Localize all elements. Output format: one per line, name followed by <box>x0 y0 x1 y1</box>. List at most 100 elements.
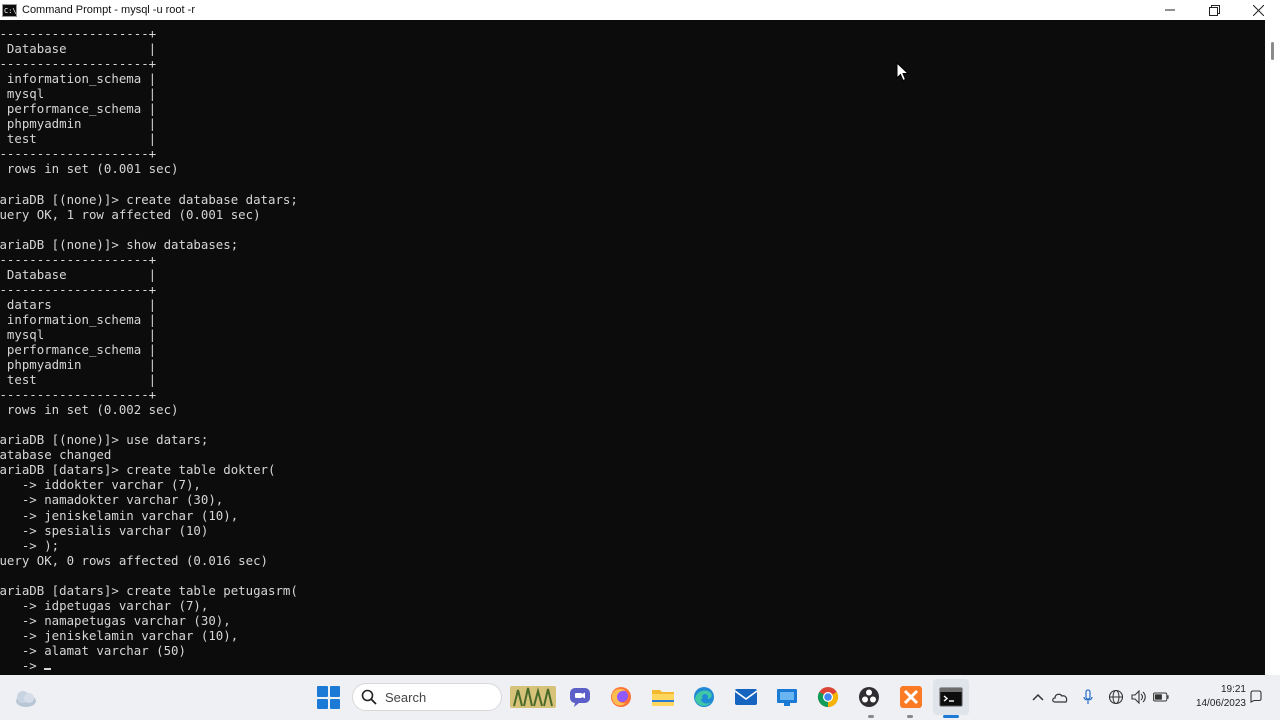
console-line: MariaDB [(none)]> create database datars… <box>0 191 298 207</box>
obs-app-button[interactable] <box>856 684 882 710</box>
window-title: Command Prompt - mysql -u root -r <box>22 4 195 16</box>
microphone-tray-button[interactable] <box>1080 689 1096 705</box>
start-button[interactable] <box>317 686 340 709</box>
close-button[interactable] <box>1236 0 1280 20</box>
restore-icon <box>1208 4 1220 16</box>
mouse-pointer-icon <box>896 62 910 82</box>
console-line: MariaDB [datars]> create table petugasrm… <box>0 582 298 598</box>
console-line: -> alamat varchar (50) <box>0 642 186 658</box>
show-hidden-icons-button[interactable] <box>1030 689 1046 705</box>
clock-date: 14/06/2023 <box>1195 698 1246 709</box>
console-line: | Database | <box>0 266 157 282</box>
console-line: | information_schema | <box>0 71 157 87</box>
xampp-icon <box>900 686 922 708</box>
onedrive-icon <box>1052 693 1068 703</box>
store-icon <box>777 689 797 706</box>
chrome-icon <box>817 687 839 708</box>
console-line: MariaDB [datars]> create table dokter( <box>0 462 276 478</box>
console-line: +--------------------+ <box>0 251 157 267</box>
chat-icon <box>570 688 590 707</box>
battery-tray-button[interactable] <box>1153 689 1169 705</box>
chevron-up-icon <box>1032 693 1044 701</box>
title-bar[interactable]: C:\ Command Prompt - mysql -u root -r <box>0 0 1280 20</box>
photo-app-button[interactable] <box>510 684 556 710</box>
onedrive-tray-button[interactable] <box>1052 689 1068 705</box>
folder-icon <box>652 690 674 706</box>
firefox-app-button[interactable] <box>608 684 634 710</box>
console-line: Database changed <box>0 447 112 463</box>
close-icon <box>1252 4 1264 16</box>
store-app-button[interactable] <box>774 684 800 710</box>
mail-app-button[interactable] <box>733 684 759 710</box>
console-output[interactable]: +--------------------+ | Database | +---… <box>0 20 1265 675</box>
microphone-icon <box>1083 689 1093 704</box>
console-line: Query OK, 1 row affected (0.001 sec) <box>0 206 261 222</box>
search-icon <box>361 689 377 705</box>
console-line: -> jeniskelamin varchar (10), <box>0 627 239 643</box>
console-line: -> spesialis varchar (10) <box>0 522 209 538</box>
edge-icon <box>694 687 714 707</box>
running-indicator <box>868 715 874 718</box>
minimize-icon <box>1165 9 1175 11</box>
terminal-icon <box>939 687 963 707</box>
console-line: MariaDB [(none)]> use datars; <box>0 432 209 448</box>
language-tray-button[interactable] <box>1108 689 1124 705</box>
console-line: 6 rows in set (0.002 sec) <box>0 402 179 418</box>
chat-app-button[interactable] <box>567 684 593 710</box>
taskbar: 19:21 14/06/2023 <box>0 675 1280 720</box>
console-line: | test | <box>0 131 157 147</box>
console-line: -> ); <box>21 537 60 553</box>
taskbar-search[interactable] <box>352 683 502 711</box>
window-controls <box>1148 0 1280 20</box>
edge-app-button[interactable] <box>691 684 717 710</box>
xampp-app-button[interactable] <box>898 684 924 710</box>
notification-icon <box>1250 690 1262 703</box>
console-text: +--------------------+ | Database | +---… <box>0 26 298 673</box>
console-line: +--------------------+ <box>0 281 157 297</box>
console-line: | information_schema | <box>0 311 157 327</box>
console-line: 5 rows in set (0.001 sec) <box>0 161 179 177</box>
photo-icon <box>510 686 556 708</box>
console-line: -> idpetugas varchar (7), <box>0 597 209 613</box>
vertical-scrollbar[interactable] <box>1265 20 1280 675</box>
globe-icon <box>1108 689 1124 705</box>
volume-tray-button[interactable] <box>1131 689 1147 705</box>
terminal-app-button[interactable] <box>938 684 964 710</box>
console-line: | performance_schema | <box>0 341 157 357</box>
console-line: | Database | <box>0 41 157 57</box>
console-line: | test | <box>0 372 157 388</box>
notifications-button[interactable] <box>1248 689 1264 705</box>
clock-time: 19:21 <box>1220 684 1246 695</box>
firefox-icon <box>611 687 631 707</box>
console-line: | performance_schema | <box>0 101 157 117</box>
console-line: +--------------------+ <box>0 26 157 41</box>
console-line: | phpmyadmin | <box>0 357 157 373</box>
start-icon <box>317 686 328 697</box>
running-indicator <box>907 715 913 718</box>
chrome-app-button[interactable] <box>815 684 841 710</box>
mail-icon <box>734 689 758 705</box>
minimize-button[interactable] <box>1148 0 1192 20</box>
console-line: +--------------------+ <box>0 56 157 72</box>
console-line: MariaDB [(none)]> show databases; <box>0 236 239 252</box>
console-line: -> namadokter varchar (30), <box>0 492 224 508</box>
console-line: -> jeniskelamin varchar (10), <box>0 507 239 523</box>
weather-widget-icon[interactable] <box>14 687 38 709</box>
console-line: +--------------------+ <box>0 146 157 162</box>
search-input[interactable] <box>383 688 487 706</box>
console-line: | mysql | <box>0 326 157 342</box>
console-line: +--------------------+ <box>0 387 157 403</box>
text-cursor <box>44 667 52 670</box>
console-line: | phpmyadmin | <box>0 116 157 132</box>
file-explorer-app-button[interactable] <box>650 684 676 710</box>
speaker-icon <box>1131 690 1146 704</box>
console-line: -> iddokter varchar (7), <box>0 477 201 493</box>
scrollbar-thumb[interactable] <box>1271 42 1274 60</box>
restore-button[interactable] <box>1192 0 1236 20</box>
console-line: -> namapetugas varchar (30), <box>0 612 231 628</box>
taskbar-clock[interactable]: 19:21 14/06/2023 <box>1180 683 1246 711</box>
console-line: | mysql | <box>0 86 157 102</box>
console-line: Query OK, 0 rows affected (0.016 sec) <box>0 552 269 568</box>
battery-icon <box>1153 692 1169 702</box>
command-prompt-icon: C:\ <box>2 3 17 17</box>
